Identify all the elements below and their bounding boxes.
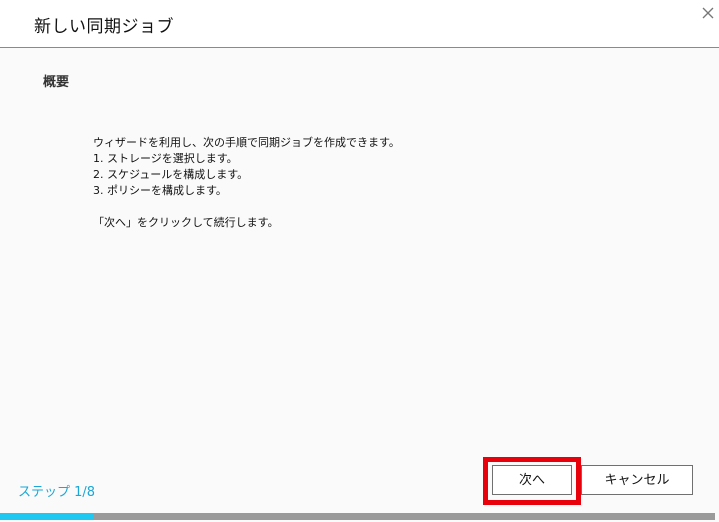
description-line: 1. ストレージを選択します。 (93, 152, 238, 165)
sync-job-dialog: 新しい同期ジョブ 概要 ウィザードを利用し、次の手順で同期ジョブを作成できます。… (0, 0, 719, 522)
cancel-button[interactable]: キャンセル (581, 465, 693, 495)
instruction-text: 「次へ」をクリックして続行します。 (93, 216, 279, 229)
dialog-title: 新しい同期ジョブ (34, 17, 174, 37)
progress-bar-fill (0, 513, 95, 520)
dialog-title-bar: 新しい同期ジョブ (0, 0, 719, 48)
close-icon[interactable] (701, 6, 715, 20)
next-button[interactable]: 次へ (492, 465, 572, 495)
description-line: 2. スケジュールを構成します。 (93, 168, 249, 181)
section-heading: 概要 (43, 75, 70, 90)
description-spacer (93, 199, 400, 215)
description-line: 3. ポリシーを構成します。 (93, 184, 227, 197)
step-indicator: ステップ 1/8 (18, 485, 96, 500)
description-line: ウィザードを利用し、次の手順で同期ジョブを作成できます。 (93, 136, 400, 149)
progress-bar (0, 513, 715, 520)
description: ウィザードを利用し、次の手順で同期ジョブを作成できます。 1. ストレージを選択… (93, 135, 400, 231)
